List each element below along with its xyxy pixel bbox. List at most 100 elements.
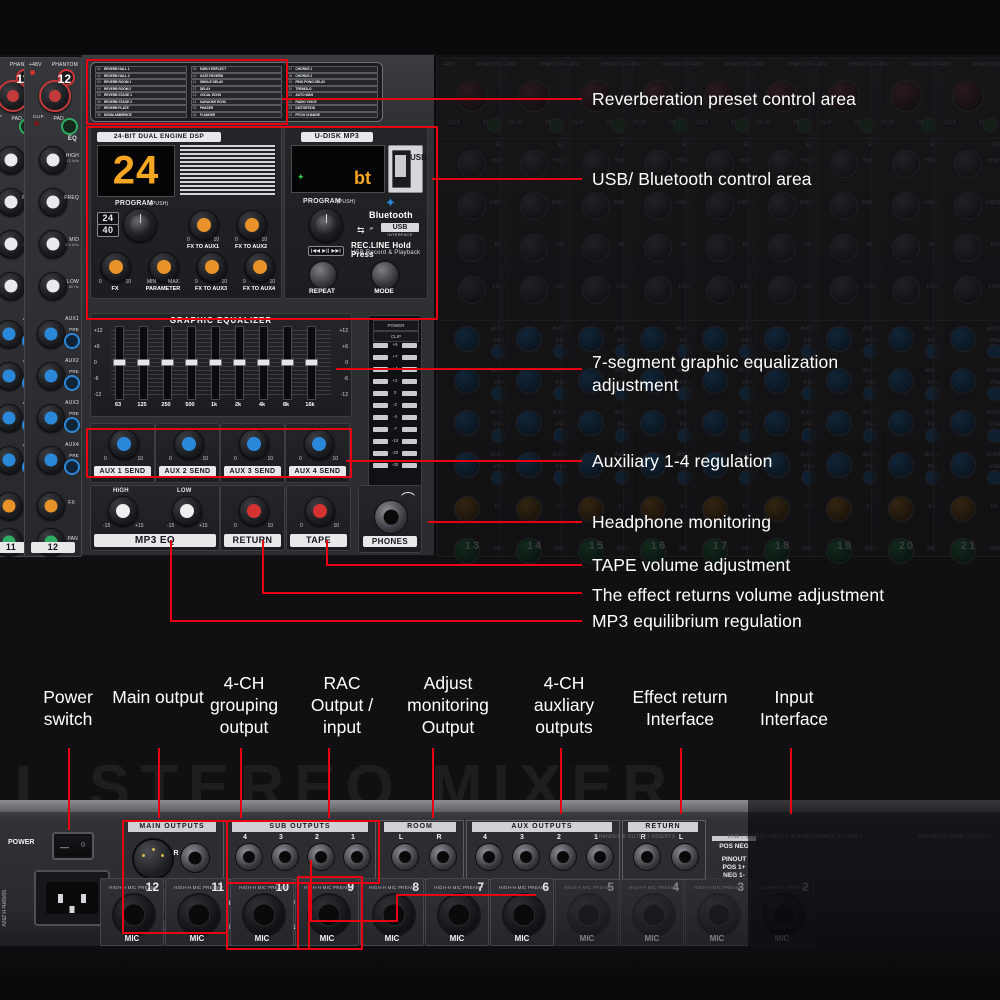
tape-cell: 0 10 TAPE (286, 485, 351, 551)
eq-fader-cap-8k[interactable] (281, 359, 294, 366)
vu-led-left (373, 343, 388, 348)
reverb-preset-name: TREMOLO (295, 86, 312, 91)
eq-scale-left: +6 (94, 344, 100, 350)
mic-combo-jack-3[interactable] (697, 893, 741, 937)
return-jack-R[interactable] (633, 843, 661, 871)
mic-label-4: MIC (644, 934, 660, 943)
aux-knob-4[interactable] (37, 446, 65, 474)
vu-led-right (402, 427, 417, 432)
eq-scale-right: 0 (345, 360, 348, 366)
vu-clip-label: CLIP (390, 334, 402, 339)
bottom-lead-grouping (240, 748, 242, 818)
eq-fader-cap-63[interactable] (113, 359, 126, 366)
power-switch[interactable]: — ○ (52, 832, 94, 860)
vu-led-right (402, 451, 417, 456)
return-jack-L[interactable] (671, 843, 699, 871)
eq-band-label-500: 500 (185, 402, 195, 408)
eq-fader-cap-2k[interactable] (233, 359, 246, 366)
aux-knob-2[interactable] (0, 362, 23, 390)
mic-combo-jack-8[interactable] (372, 893, 416, 937)
vu-led-left (373, 391, 388, 396)
eq-knob-freq[interactable] (39, 188, 67, 216)
eq-knob-mid[interactable] (39, 230, 67, 258)
eq-knob-high[interactable] (0, 146, 25, 174)
bottom-callout-main: Main output (112, 687, 204, 707)
highlight-box-reverb (86, 59, 288, 125)
aux-output-label-4: 4 (483, 834, 487, 841)
aux-output-jack-1[interactable] (586, 843, 614, 871)
pad-button[interactable] (61, 118, 78, 135)
eq-knob-high[interactable] (39, 146, 67, 174)
background-channel-strip: +48VPHANTOMCLIPPADEQHIGHFREQMIDLOWAUX1PR… (933, 57, 1000, 564)
background-channel-number: 19 (836, 540, 854, 552)
eq-scale-left: -6 (94, 376, 99, 382)
mic-combo-jack-7[interactable] (437, 893, 481, 937)
vu-power-label: POWER (387, 323, 405, 328)
pre-button-1[interactable] (64, 333, 80, 349)
eq-knob-low[interactable] (0, 272, 25, 300)
pre-button-4[interactable] (64, 459, 80, 475)
mic-combo-jack-5[interactable] (567, 893, 611, 937)
aux-knob-1[interactable] (0, 320, 23, 348)
pre-button-3[interactable] (64, 417, 80, 433)
aux-knob-3[interactable] (0, 404, 23, 432)
reverb-preset-item[interactable]: 23 DISTORTION (286, 105, 379, 112)
eq-knob-low[interactable] (39, 272, 67, 300)
iec-power-inlet[interactable] (34, 870, 110, 926)
mic-input-8: 8 HIGH-H MIC PREAMP MIC (360, 878, 424, 946)
highlight-box-aux (86, 428, 352, 478)
aux-output-jack-3[interactable] (512, 843, 540, 871)
aux-output-jack-2[interactable] (549, 843, 577, 871)
reverb-preset-item[interactable]: 17 CHORUS 1 (286, 66, 379, 73)
background-top-bar (0, 0, 1000, 55)
mic-input-3: 3 HIGH-H MIC PREAMP MIC (685, 878, 749, 946)
aux-knob-1[interactable] (37, 320, 65, 348)
room-jack-L[interactable] (391, 843, 419, 871)
channel-strip-12: +48V PHANTOM 12 CLIP PAD EQ HIGH 12 kHz FREQ M… (24, 57, 82, 557)
lead-line-mp3eq-v (170, 540, 172, 621)
mic-combo-jack-6[interactable] (502, 893, 546, 937)
mp3eq-high-knob[interactable] (108, 496, 138, 526)
vu-led-right (402, 391, 417, 396)
aux-knob-3[interactable] (37, 404, 65, 432)
eq-fader-cap-16k[interactable] (305, 359, 318, 366)
rear-highlight-main-outputs (122, 820, 228, 934)
vu-led-right (402, 343, 417, 348)
mp3-eq-cell: HIGH -15 +15 LOW -15 +15 MP3 EQ (90, 485, 220, 551)
background-channel-number: 18 (774, 540, 792, 552)
eq-knob-mid[interactable] (0, 230, 25, 258)
eq-fader-cap-1k[interactable] (209, 359, 222, 366)
callout-eq: 7-segment graphic equalization adjustmen… (592, 352, 839, 395)
clip-led (34, 121, 39, 126)
fx-knob[interactable] (37, 492, 65, 520)
pre-button-2[interactable] (64, 375, 80, 391)
mic-label-8: MIC (384, 934, 400, 943)
reverb-preset-item[interactable]: 19 PING PONG DELAY (286, 79, 379, 86)
phones-jack[interactable] (374, 500, 408, 534)
reverb-preset-item[interactable]: 24 PITCH CHANGE (286, 111, 379, 118)
aux-output-jack-4[interactable] (475, 843, 503, 871)
eq-knob-freq[interactable] (0, 188, 25, 216)
eq-band-label-4k: 4k (258, 402, 266, 408)
lead-line-aux (346, 460, 582, 462)
eq-fader-cap-4k[interactable] (257, 359, 270, 366)
fx-knob[interactable] (0, 492, 23, 520)
aux-knob-2[interactable] (37, 362, 65, 390)
mp3eq-low-knob[interactable] (172, 496, 202, 526)
eq-band-label-8k: 8k (282, 402, 290, 408)
aux-knob-4[interactable] (0, 446, 23, 474)
eq-fader-cap-125[interactable] (137, 359, 150, 366)
vu-scale-label: -2 (392, 402, 398, 407)
vu-scale-label: -30 (391, 462, 399, 467)
mic-combo-jack-4[interactable] (632, 893, 676, 937)
vu-meter: POWER CLIP+9+7+4+20-2-4-7-10-20-30LR (368, 315, 422, 507)
return-knob[interactable] (239, 496, 269, 526)
eq-fader-cap-500[interactable] (185, 359, 198, 366)
room-jack-R[interactable] (429, 843, 457, 871)
reverb-preset-name: DISTORTION (295, 106, 316, 111)
rear-panel-dim-overlay (748, 800, 1000, 950)
mp3eq-high-label: HIGH (113, 488, 129, 494)
eq-fader-cap-250[interactable] (161, 359, 174, 366)
tape-knob[interactable] (305, 496, 335, 526)
mic-input-5: 5 HIGH-H MIC PREAMP MIC (555, 878, 619, 946)
